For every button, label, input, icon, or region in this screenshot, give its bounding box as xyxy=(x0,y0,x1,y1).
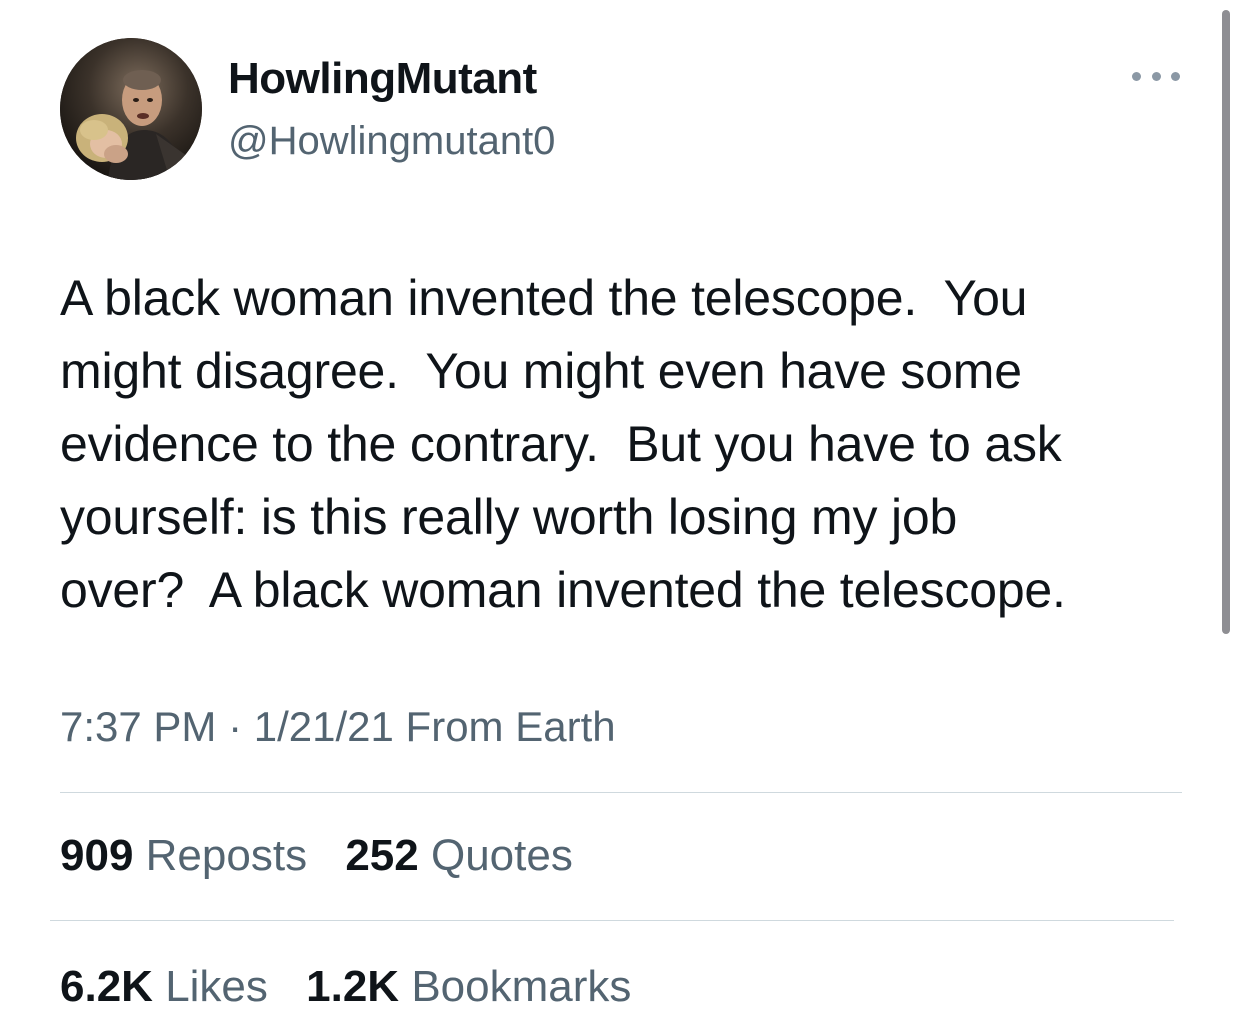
bookmarks-stat[interactable]: 1.2K Bookmarks xyxy=(306,962,631,1011)
user-handle[interactable]: @Howlingmutant0 xyxy=(228,118,555,164)
display-name[interactable]: HowlingMutant xyxy=(228,54,537,104)
engagement-stats-row: 909 Reposts 252 Quotes xyxy=(60,831,599,881)
bookmarks-label: Bookmarks xyxy=(411,962,632,1011)
engagement-stats-row: 6.2K Likes 1.2K Bookmarks xyxy=(60,962,657,1012)
bookmarks-count: 1.2K xyxy=(306,962,400,1011)
profile-photo-icon xyxy=(60,38,202,180)
reposts-label: Reposts xyxy=(145,831,308,880)
tweet-text-line: A black woman invented the telescope. Yo… xyxy=(60,270,1028,326)
reposts-stat[interactable]: 909 Reposts xyxy=(60,831,307,880)
tweet-timestamp[interactable]: 7:37 PM xyxy=(60,703,216,750)
tweet-text-line: evidence to the contrary. But you have t… xyxy=(60,416,1062,472)
meta-separator: · xyxy=(216,703,254,750)
more-options-button[interactable] xyxy=(1128,62,1184,90)
tweet-metadata: 7:37 PM · 1/21/21 From Earth xyxy=(60,702,616,752)
tweet-source: From Earth xyxy=(393,703,616,750)
divider xyxy=(50,920,1174,921)
avatar[interactable] xyxy=(60,38,202,180)
reposts-count: 909 xyxy=(60,831,134,880)
ellipsis-dot-icon xyxy=(1171,71,1180,81)
likes-label: Likes xyxy=(165,962,268,1011)
scrollbar[interactable] xyxy=(1222,10,1230,634)
ellipsis-dot-icon xyxy=(1151,71,1161,81)
tweet-text: A black woman invented the telescope. Yo… xyxy=(60,262,1210,627)
tweet-text-line: over? A black woman invented the telesco… xyxy=(60,562,1066,618)
quotes-count: 252 xyxy=(345,831,419,880)
divider xyxy=(60,792,1182,793)
tweet-detail: HowlingMutant @Howlingmutant0 A black wo… xyxy=(0,0,1242,1027)
tweet-text-line: might disagree. You might even have some xyxy=(60,343,1022,399)
likes-count: 6.2K xyxy=(60,962,153,1011)
quotes-stat[interactable]: 252 Quotes xyxy=(345,831,573,880)
likes-stat[interactable]: 6.2K Likes xyxy=(60,962,268,1011)
tweet-text-line: yourself: is this really worth losing my… xyxy=(60,489,958,545)
ellipsis-dot-icon xyxy=(1132,71,1141,81)
tweet-date[interactable]: 1/21/21 xyxy=(254,703,394,750)
quotes-label: Quotes xyxy=(430,831,573,880)
